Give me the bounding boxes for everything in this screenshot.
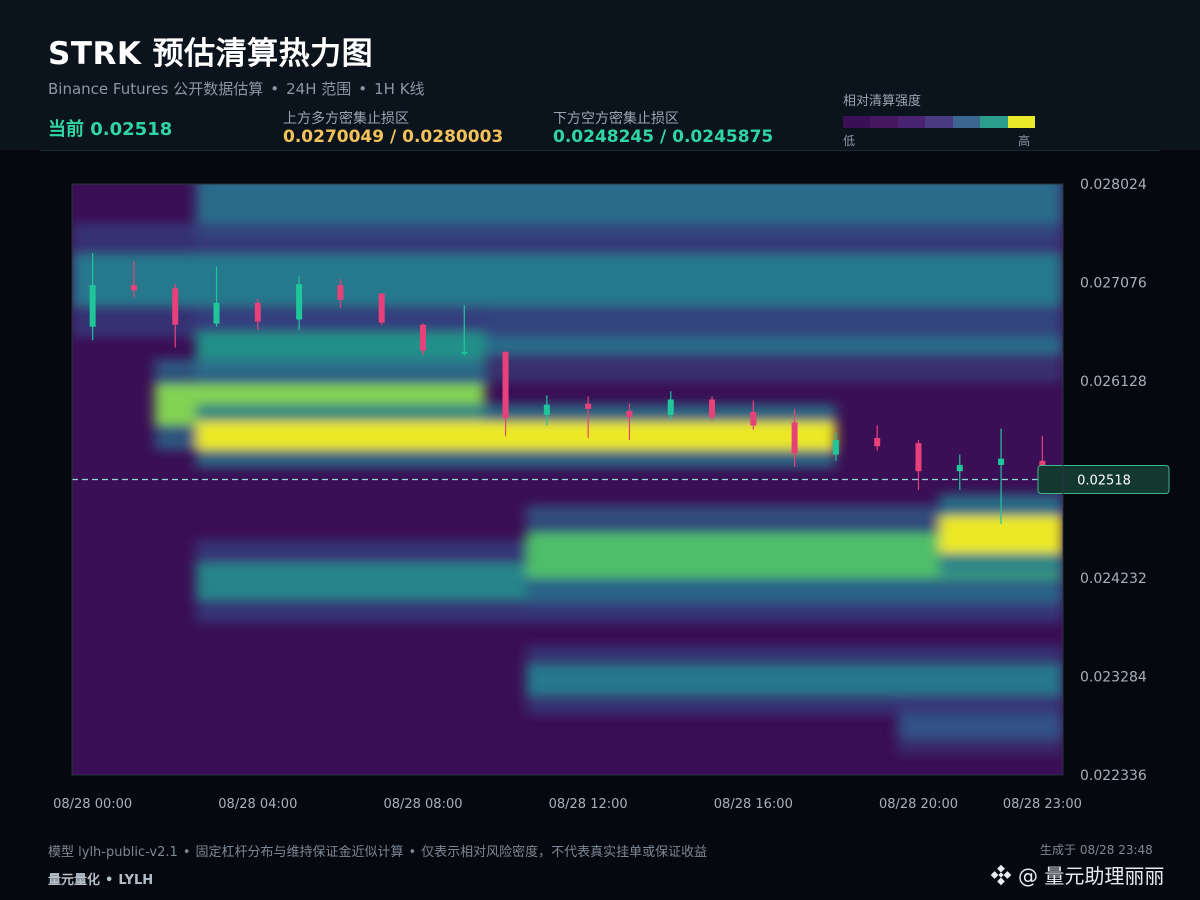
page-root: STRK 预估清算热力图 Binance Futures 公开数据估算 • 24H …	[0, 0, 1200, 900]
footer-separator: •	[408, 845, 417, 860]
candle-down	[419, 323, 426, 355]
heat-band	[72, 254, 1063, 306]
x-tick-label: 08/28 08:00	[383, 797, 462, 812]
y-tick-label: 0.022336	[1080, 768, 1147, 784]
y-tick-label: 0.028024	[1080, 177, 1147, 193]
candle-body	[89, 285, 96, 327]
x-tick-label: 08/28 16:00	[714, 797, 793, 812]
candle-body	[213, 302, 220, 324]
candle-body	[956, 464, 963, 472]
candle-down	[709, 396, 716, 421]
y-tick-label: 0.024232	[1080, 571, 1147, 587]
candle-body	[543, 404, 550, 416]
heat-band	[526, 664, 1063, 696]
footer-model: 模型 lylh-public-v2.1	[48, 845, 178, 860]
candle-body	[791, 422, 798, 454]
y-tick-label: 0.026128	[1080, 374, 1147, 390]
y-tick-label: 0.027076	[1080, 276, 1147, 292]
heat-band	[195, 421, 836, 451]
heat-band	[897, 714, 1063, 740]
candle-body	[832, 440, 839, 455]
watermark-text: @ 量元助理丽丽	[1018, 864, 1165, 888]
candle-body	[296, 284, 303, 320]
candle-body	[626, 410, 633, 418]
footer-method: 固定杠杆分布与维持保证金近似计算	[195, 845, 404, 860]
footer-separator: •	[182, 845, 191, 860]
x-tick-label: 08/28 20:00	[879, 797, 958, 812]
candle-body	[419, 324, 426, 351]
footer-disclaimer: 仅表示相对风险密度，不代表真实挂单或保证收益	[421, 845, 708, 860]
x-tick-label: 08/28 12:00	[549, 797, 628, 812]
heatmap-chart: 0.02518 0.028024 0.027076 0.026128 0.024232…	[53, 177, 1170, 812]
candle-body	[874, 437, 881, 447]
x-tick-label: 08/28 00:00	[53, 797, 132, 812]
footer-brand: 量元量化 • LYLH	[48, 869, 153, 888]
candle-body	[502, 351, 509, 419]
candle-body	[750, 411, 757, 426]
x-tick-label: 08/28 23:00	[1003, 797, 1082, 812]
candle-body	[667, 399, 674, 416]
x-tick-label: 08/28 04:00	[218, 797, 297, 812]
candle-body	[254, 302, 261, 322]
candle-down	[378, 293, 385, 325]
y-tick-label: 0.023284	[1080, 670, 1147, 686]
brand-name: 量元量化	[48, 873, 101, 888]
footer-note: 模型 lylh-public-v2.1 • 固定杠杆分布与维持保证金近似计算 • 仅表示…	[48, 841, 707, 860]
candle-body	[998, 458, 1005, 465]
candle-body	[130, 285, 137, 291]
candle-body	[378, 293, 385, 323]
watermark: @ 量元助理丽丽	[990, 860, 1164, 889]
binance-logo-icon	[990, 864, 1012, 885]
candle-body	[585, 403, 592, 409]
candle-body	[337, 285, 344, 300]
candle-body	[172, 288, 179, 325]
brand-separator: •	[105, 873, 114, 888]
candle-body	[461, 351, 468, 354]
brand-code: LYLH	[118, 873, 154, 888]
candle-body	[915, 443, 922, 472]
candle-body	[709, 399, 716, 418]
current-price-tag-label: 0.02518	[1077, 474, 1131, 489]
generated-timestamp: 生成于 08/28 23:48	[1040, 843, 1153, 857]
